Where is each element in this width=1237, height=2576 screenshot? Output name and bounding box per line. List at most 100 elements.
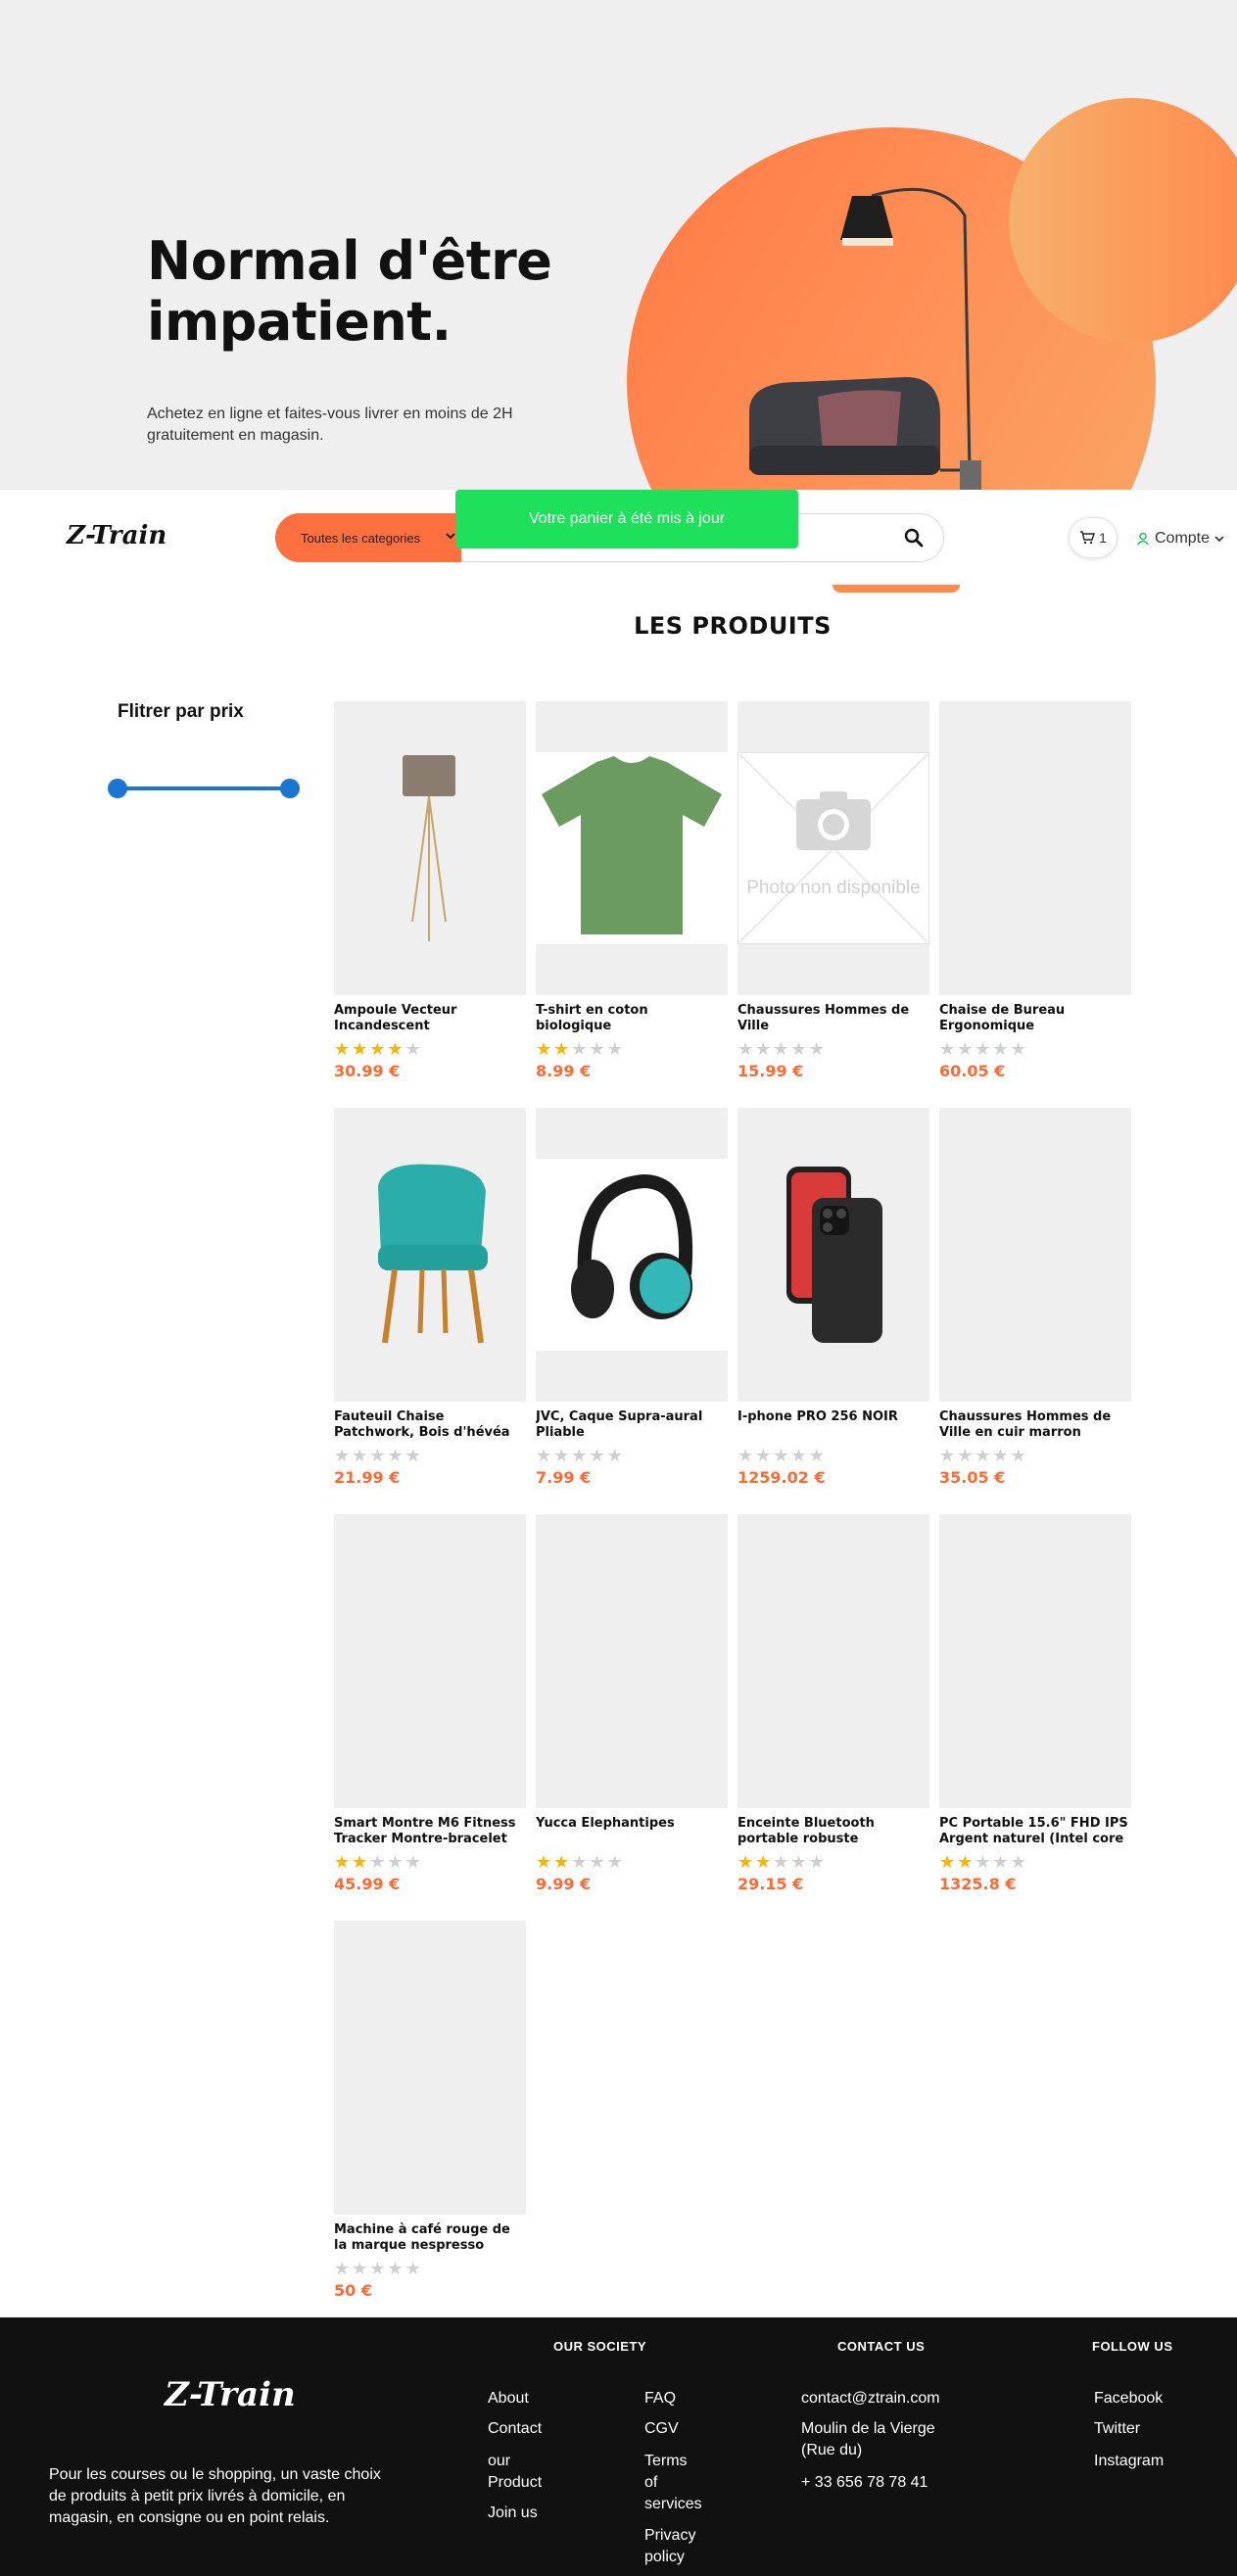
star-icon: ★ <box>589 1039 605 1059</box>
product-image[interactable] <box>536 701 728 995</box>
star-icon: ★ <box>992 1446 1009 1465</box>
category-select[interactable]: Toutes les categories <box>275 513 461 562</box>
product-image[interactable] <box>334 1514 526 1808</box>
star-icon: ★ <box>334 2259 351 2278</box>
product-card[interactable]: T-shirt en coton biologique ★ ★ ★ ★ ★ 8.99 € <box>536 701 728 1080</box>
footer-link-instagram[interactable]: Instagram <box>1094 2451 1164 2472</box>
product-image[interactable]: Photo non disponible <box>737 701 929 995</box>
footer-contact-title: CONTACT US <box>837 2339 926 2354</box>
star-icon: ★ <box>790 1852 807 1872</box>
site-logo[interactable]: Z-Train <box>67 521 167 550</box>
product-price: 30.99 € <box>334 1062 401 1080</box>
category-select-label: Toutes les categories <box>301 530 421 546</box>
product-name[interactable]: Smart Montre M6 Fitness Tracker Montre-b… <box>334 1816 526 1847</box>
product-card[interactable]: Smart Montre M6 Fitness Tracker Montre-b… <box>334 1514 526 1893</box>
footer-link-facebook[interactable]: Facebook <box>1094 2388 1163 2409</box>
product-image[interactable] <box>939 701 1131 995</box>
photo-unavailable-text: Photo non disponible <box>746 878 921 898</box>
product-card[interactable]: JVC, Caque Supra-aural Pliable ★ ★ ★ ★ ★ 7.99 … <box>536 1108 728 1487</box>
product-image[interactable] <box>334 701 526 995</box>
product-name[interactable]: PC Portable 15.6" FHD IPS Argent naturel… <box>939 1816 1131 1847</box>
product-name[interactable]: Chaussures Hommes de Ville en cuir marro… <box>939 1409 1131 1441</box>
product-card[interactable]: Fauteuil Chaise Patchwork, Bois d'hévéa ★… <box>334 1108 526 1487</box>
footer-follow-title: FOLLOW US <box>1092 2339 1173 2354</box>
star-icon: ★ <box>737 1446 754 1465</box>
account-menu[interactable]: Compte <box>1136 527 1224 550</box>
product-card[interactable]: Photo non disponible Chaussures Hommes de… <box>737 701 929 1080</box>
product-image[interactable] <box>334 1921 526 2215</box>
footer-link-join-us[interactable]: Join us <box>488 2503 538 2524</box>
product-image[interactable] <box>737 1108 929 1402</box>
product-image[interactable] <box>334 1108 526 1402</box>
footer-link-privacy[interactable]: Privacy policy <box>644 2525 703 2568</box>
star-icon: ★ <box>536 1446 552 1465</box>
footer-link-about[interactable]: About <box>488 2388 529 2409</box>
product-name[interactable]: T-shirt en coton biologique <box>536 1003 728 1034</box>
product-name[interactable]: Machine à café rouge de la marque nespre… <box>334 2222 526 2254</box>
hero-banner: Normal d'être impatient. Achetez en lign… <box>0 0 1237 490</box>
product-card[interactable]: Ampoule Vecteur Incandescent ★ ★ ★ ★ ★ 30.99 € <box>334 701 526 1080</box>
product-name[interactable]: I-phone PRO 256 NOIR <box>737 1409 929 1441</box>
product-card[interactable]: Chaise de Bureau Ergonomique ★ ★ ★ ★ ★ 60.05 € <box>939 701 1131 1080</box>
product-name[interactable]: Yucca Elephantipes <box>536 1816 728 1847</box>
price-slider-track[interactable] <box>118 787 290 790</box>
footer-link-faq[interactable]: FAQ <box>644 2388 676 2409</box>
star-icon: ★ <box>387 1039 404 1059</box>
toast-message: Votre panier à été mis à jour <box>528 510 726 527</box>
footer-link-contact[interactable]: Contact <box>488 2418 542 2440</box>
product-name[interactable]: Ampoule Vecteur Incandescent <box>334 1003 526 1034</box>
star-icon: ★ <box>808 1852 825 1872</box>
product-name[interactable]: Enceinte Bluetooth portable robuste <box>737 1816 929 1847</box>
footer-link-twitter[interactable]: Twitter <box>1094 2418 1140 2440</box>
product-name[interactable]: JVC, Caque Supra-aural Pliable <box>536 1409 728 1441</box>
product-name[interactable]: Fauteuil Chaise Patchwork, Bois d'hévéa <box>334 1409 526 1441</box>
product-rating: ★ ★ ★ ★ ★ <box>334 1853 526 1871</box>
product-image[interactable] <box>939 1108 1131 1402</box>
floor-lamp-image <box>403 755 455 941</box>
star-icon: ★ <box>352 1039 368 1059</box>
product-card[interactable]: Machine à café rouge de la marque nespre… <box>334 1921 526 2300</box>
product-image[interactable] <box>939 1514 1131 1808</box>
star-icon: ★ <box>334 1039 351 1059</box>
footer-contact-email[interactable]: contact@ztrain.com <box>801 2388 940 2409</box>
star-icon: ★ <box>1010 1039 1026 1059</box>
product-card[interactable]: Chaussures Hommes de Ville en cuir marro… <box>939 1108 1131 1487</box>
product-card[interactable]: PC Portable 15.6" FHD IPS Argent naturel… <box>939 1514 1131 1893</box>
star-icon: ★ <box>975 1852 991 1872</box>
search-icon[interactable] <box>903 527 925 549</box>
star-icon: ★ <box>369 1039 386 1059</box>
footer-link-terms[interactable]: Terms of services <box>644 2451 703 2515</box>
star-icon: ★ <box>737 1852 754 1872</box>
footer-link-our-product[interactable]: our Product <box>488 2451 556 2494</box>
green-tshirt-image <box>542 756 722 934</box>
product-rating: ★ ★ ★ ★ ★ <box>737 1853 929 1871</box>
product-name[interactable]: Chaise de Bureau Ergonomique <box>939 1003 1131 1034</box>
cart-updated-toast: Votre panier à été mis à jour <box>455 490 798 549</box>
product-image[interactable] <box>737 1514 929 1808</box>
star-icon: ★ <box>352 1446 368 1465</box>
star-icon: ★ <box>404 1446 421 1465</box>
product-image[interactable] <box>536 1108 728 1402</box>
product-rating: ★ ★ ★ ★ ★ <box>334 1040 526 1058</box>
price-slider-max-handle[interactable] <box>280 779 300 798</box>
product-card[interactable]: I-phone PRO 256 NOIR ★ ★ ★ ★ ★ 1259.02 € <box>737 1108 929 1487</box>
product-card[interactable]: Enceinte Bluetooth portable robuste ★ ★ ★ ★ ★… <box>737 1514 929 1893</box>
product-price: 1259.02 € <box>737 1468 826 1487</box>
product-card[interactable]: Yucca Elephantipes ★ ★ ★ ★ ★ 9.99 € <box>536 1514 728 1893</box>
cart-button[interactable]: 1 <box>1069 517 1118 558</box>
product-rating: ★ ★ ★ ★ ★ <box>334 1447 526 1464</box>
product-image[interactable] <box>536 1514 728 1808</box>
star-icon: ★ <box>334 1852 351 1872</box>
star-icon: ★ <box>553 1039 570 1059</box>
star-icon: ★ <box>790 1446 807 1465</box>
footer-link-cgv[interactable]: CGV <box>644 2418 679 2440</box>
star-icon: ★ <box>992 1852 1009 1872</box>
teal-chair-image <box>378 1164 488 1344</box>
star-icon: ★ <box>957 1446 974 1465</box>
product-name[interactable]: Chaussures Hommes de Ville <box>737 1003 929 1034</box>
star-icon: ★ <box>773 1039 789 1059</box>
footer-logo[interactable]: Z-Train <box>165 2375 296 2414</box>
star-icon: ★ <box>755 1852 772 1872</box>
price-slider-min-handle[interactable] <box>108 779 127 798</box>
star-icon: ★ <box>387 1852 404 1872</box>
